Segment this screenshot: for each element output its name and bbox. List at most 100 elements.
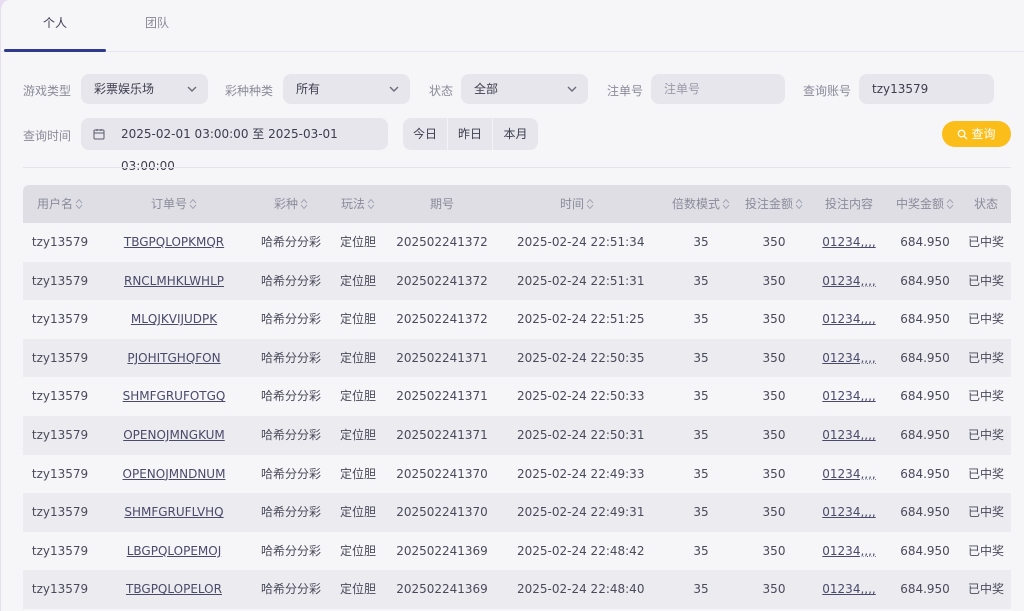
cell-order-number[interactable]: PJOHITGHQFON (114, 339, 234, 378)
cell-order-number[interactable]: TBGPQLOPELOR (114, 570, 234, 609)
cell-time: 2025-02-24 22:50:33 (517, 389, 645, 404)
table-row: tzy13579 LBGPQLOPEMOJ 哈希分分彩 定位胆 202502241369… (23, 531, 1011, 571)
cell-issue-number: 202502241372 (396, 235, 488, 249)
column-header-order-number[interactable]: 订单号 (124, 185, 224, 223)
status-select[interactable]: 全部 (461, 74, 588, 104)
query-time-label: 查询时间 (23, 129, 72, 143)
cell-order-number[interactable]: SHMFGRUFLVHQ (114, 493, 234, 532)
cell-issue-number: 202502241371 (396, 350, 488, 365)
status-value: 全部 (474, 82, 499, 96)
tab-personal[interactable]: 个人 (43, 14, 67, 31)
cell-time: 2025-02-24 22:48:42 (517, 543, 645, 558)
date-range-picker[interactable]: 2025-02-01 03:00:00 至 2025-03-01 03:00:0… (81, 118, 388, 173)
sort-icon[interactable] (300, 198, 308, 210)
cell-status: 已中奖 (967, 350, 1004, 365)
cell-time: 2025-02-24 22:51:34 (517, 235, 645, 249)
table-body: tzy13579 TBGPQLOPKMQR 哈希分分彩 定位胆 202502241372… (23, 223, 1011, 609)
cell-username: tzy13579 (31, 389, 89, 404)
cell-order-number[interactable]: MLQJKVIJUDPK (114, 300, 234, 339)
column-header-label: 彩种 (273, 197, 298, 211)
cell-username: tzy13579 (31, 466, 89, 481)
chevron-down-icon (389, 86, 399, 92)
cell-time: 2025-02-24 22:51:31 (517, 273, 645, 288)
column-header-label: 期号 (429, 197, 454, 211)
chevron-down-icon (187, 86, 197, 92)
cell-username: tzy13579 (31, 350, 89, 365)
column-header-label: 玩法 (340, 197, 365, 211)
search-icon (958, 129, 969, 140)
status-label: 状态 (429, 84, 454, 98)
cell-issue-number: 202502241371 (396, 389, 488, 404)
active-tab-indicator (4, 49, 106, 52)
cell-time: 2025-02-24 22:49:33 (517, 466, 645, 481)
this-month-button[interactable]: 本月 (493, 118, 538, 150)
cell-order-number[interactable]: TBGPQLOPKMQR (114, 223, 234, 262)
game-type-label: 游戏类型 (23, 84, 72, 98)
sort-icon[interactable] (189, 198, 197, 210)
account-input[interactable]: tzy13579 (859, 74, 994, 104)
cell-status: 已中奖 (967, 312, 1004, 327)
cell-issue-number: 202502241369 (396, 582, 488, 597)
cell-issue-number: 202502241371 (396, 427, 488, 442)
lottery-type-value: 所有 (296, 82, 321, 96)
cell-status: 已中奖 (967, 505, 1004, 520)
quick-range-group: 今日 昨日 本月 (403, 118, 538, 150)
cell-status: 已中奖 (967, 273, 1004, 288)
query-button-label: 查询 (971, 127, 996, 141)
column-header-label: 投注金额 (744, 197, 793, 211)
order-number-input[interactable]: 注单号 (651, 74, 785, 104)
tab-team[interactable]: 团队 (145, 14, 169, 31)
cell-issue-number: 202502241370 (396, 466, 488, 481)
table-header: 用户名 订单号 彩种 玩法 期号 时间 倍数模式 投注金额 投注内容 中奖金额 状态 (23, 185, 1011, 223)
table-row: tzy13579 RNCLMHKLWHLP 哈希分分彩 定位胆 202502241372… (23, 261, 1011, 301)
calendar-icon (93, 129, 105, 140)
cell-order-number[interactable]: OPENOJMNDNUM (114, 455, 234, 494)
cell-status: 已中奖 (967, 427, 1004, 442)
sort-icon[interactable] (75, 198, 83, 210)
cell-order-number[interactable]: OPENOJMNGKUM (114, 416, 234, 455)
today-button[interactable]: 今日 (403, 118, 448, 150)
tab-bar: 个人 团队 (1, 0, 1024, 52)
cell-username: tzy13579 (31, 427, 89, 442)
cell-order-number[interactable]: RNCLMHKLWHLP (114, 262, 234, 301)
column-header-time[interactable]: 时间 (527, 185, 627, 223)
cell-issue-number: 202502241369 (396, 543, 488, 558)
column-header-label: 订单号 (150, 197, 187, 211)
column-header-username[interactable]: 用户名 (10, 185, 110, 223)
column-header-label: 用户名 (36, 197, 73, 211)
table-row: tzy13579 OPENOJMNDNUM 哈希分分彩 定位胆 202502241370… (23, 454, 1011, 494)
lottery-type-select[interactable]: 所有 (283, 74, 410, 104)
cell-time: 2025-02-24 22:48:40 (517, 582, 645, 597)
cell-status: 已中奖 (967, 389, 1004, 404)
cell-issue-number: 202502241372 (396, 312, 488, 327)
bet-records-panel: 个人 团队 游戏类型 彩票娱乐场 彩种种类 所有 状态 全部 注单号 注单号 查… (0, 0, 1024, 611)
table-row: tzy13579 OPENOJMNGKUM 哈希分分彩 定位胆 202502241371… (23, 415, 1011, 455)
cell-time: 2025-02-24 22:50:31 (517, 427, 645, 442)
column-header-issue-number: 期号 (392, 185, 492, 223)
cell-order-number[interactable]: LBGPQLOPEMOJ (114, 532, 234, 571)
yesterday-button[interactable]: 昨日 (448, 118, 493, 150)
cell-username: tzy13579 (31, 543, 89, 558)
cell-time: 2025-02-24 22:51:25 (517, 312, 645, 327)
cell-status: 已中奖 (967, 543, 1004, 558)
sort-icon[interactable] (586, 198, 594, 210)
game-type-select[interactable]: 彩票娱乐场 (81, 74, 208, 104)
cell-username: tzy13579 (31, 235, 89, 249)
account-label: 查询账号 (803, 84, 852, 98)
table-row: tzy13579 TBGPQLOPELOR 哈希分分彩 定位胆 202502241369… (23, 570, 1011, 609)
cell-time: 2025-02-24 22:49:31 (517, 505, 645, 520)
sort-icon[interactable] (367, 198, 375, 210)
query-button[interactable]: 查询 (942, 121, 1011, 147)
cell-username: tzy13579 (31, 312, 89, 327)
lottery-type-label: 彩种种类 (225, 84, 274, 98)
account-value: tzy13579 (872, 82, 929, 96)
divider (23, 167, 1011, 168)
column-header-status: 状态 (936, 185, 1024, 223)
cell-order-number[interactable]: SHMFGRUFOTGQ (114, 377, 234, 416)
cell-issue-number: 202502241370 (396, 505, 488, 520)
table-row: tzy13579 TBGPQLOPKMQR 哈希分分彩 定位胆 202502241372… (23, 223, 1011, 262)
bet-records-table: 用户名 订单号 彩种 玩法 期号 时间 倍数模式 投注金额 投注内容 中奖金额 状态 tzy1357… (23, 185, 1011, 609)
table-row: tzy13579 MLQJKVIJUDPK 哈希分分彩 定位胆 202502241372… (23, 300, 1011, 339)
cell-username: tzy13579 (31, 582, 89, 597)
cell-status: 已中奖 (967, 235, 1004, 249)
